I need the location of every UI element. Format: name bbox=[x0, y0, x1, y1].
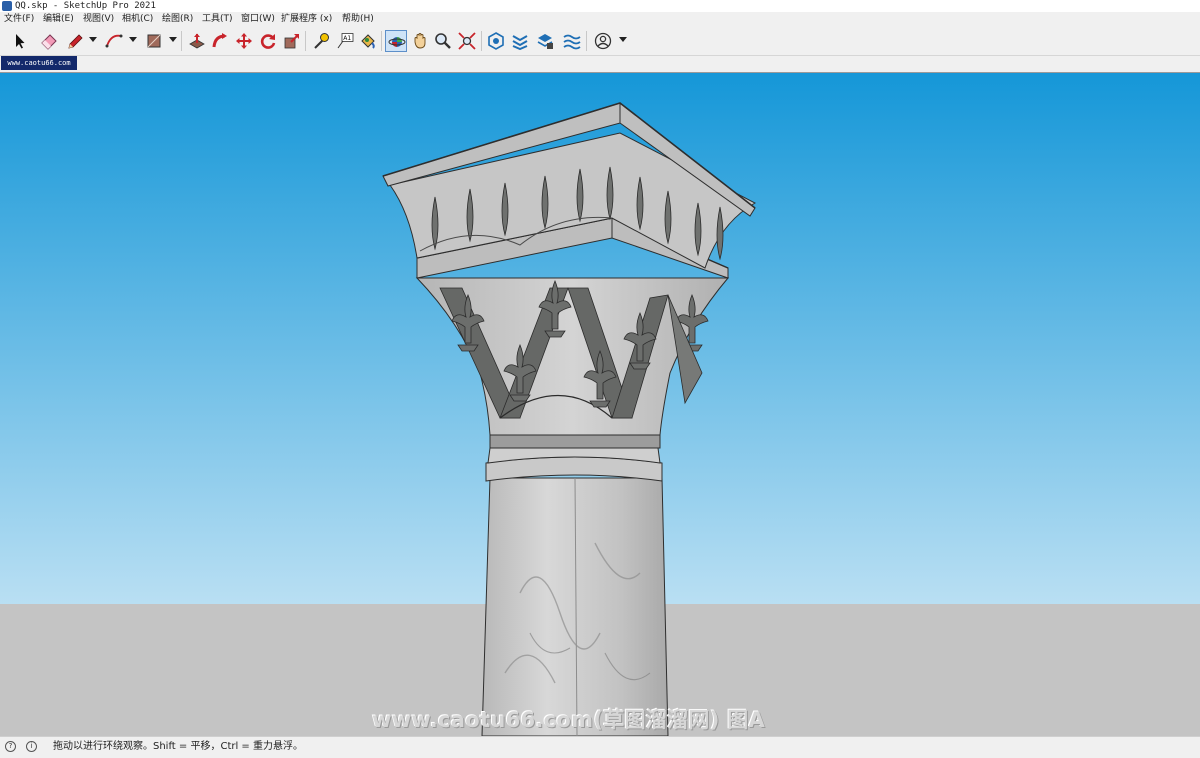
line-tool-button[interactable] bbox=[64, 30, 86, 52]
line-pencil-icon bbox=[68, 34, 83, 49]
select-arrow-icon bbox=[16, 34, 25, 49]
menu-view[interactable]: 视图(V) bbox=[83, 12, 114, 27]
eraser-tool-button[interactable] bbox=[38, 30, 60, 52]
toolbar-separator bbox=[586, 31, 587, 51]
follow-me-icon bbox=[212, 33, 227, 48]
info-icon[interactable]: i bbox=[26, 741, 37, 752]
zoom-icon bbox=[435, 33, 451, 49]
scale-tool-button[interactable] bbox=[281, 30, 303, 52]
layout-icon bbox=[537, 34, 553, 49]
arc-tool-button[interactable] bbox=[103, 30, 125, 52]
toolbar-separator bbox=[481, 31, 482, 51]
paint-bucket-icon bbox=[361, 34, 375, 49]
eraser-icon bbox=[41, 34, 57, 50]
toolbar-separator bbox=[181, 31, 182, 51]
account-icon bbox=[594, 32, 612, 50]
window-title: QQ.skp - SketchUp Pro 2021 bbox=[15, 1, 156, 11]
scale-icon bbox=[284, 34, 299, 49]
line-tool-dropdown[interactable] bbox=[89, 37, 97, 42]
warehouse-icon bbox=[488, 32, 504, 50]
sandbox-button[interactable] bbox=[561, 30, 583, 52]
menu-extensions[interactable]: 扩展程序 (x) bbox=[281, 12, 332, 27]
push-pull-icon bbox=[189, 33, 205, 49]
tape-measure-tool-button[interactable] bbox=[310, 30, 332, 52]
menu-help[interactable]: 帮助(H) bbox=[342, 12, 374, 27]
warehouse-button[interactable] bbox=[485, 30, 507, 52]
account-dropdown[interactable] bbox=[619, 37, 627, 42]
orbit-icon bbox=[388, 37, 406, 47]
layout-button[interactable] bbox=[534, 30, 556, 52]
menu-draw[interactable]: 绘图(R) bbox=[162, 12, 193, 27]
geo-location-icon[interactable]: ? bbox=[5, 741, 16, 752]
toolbar-separator bbox=[305, 31, 306, 51]
rotate-tool-button[interactable] bbox=[257, 30, 279, 52]
zoom-tool-button[interactable] bbox=[432, 30, 454, 52]
account-button[interactable] bbox=[592, 30, 614, 52]
column-model-render bbox=[0, 73, 1200, 736]
follow-me-tool-button[interactable] bbox=[209, 30, 231, 52]
sandbox-icon bbox=[563, 34, 581, 50]
rectangle-tool-dropdown[interactable] bbox=[169, 37, 177, 42]
menu-camera[interactable]: 相机(C) bbox=[122, 12, 153, 27]
push-pull-tool-button[interactable] bbox=[186, 30, 208, 52]
paint-bucket-tool-button[interactable] bbox=[357, 30, 379, 52]
extension-warehouse-icon bbox=[512, 35, 528, 50]
rotate-icon bbox=[260, 34, 276, 49]
watermark-text: www.caotu66.com(草图溜溜网) 图A bbox=[372, 708, 766, 732]
scene-tab[interactable]: www.caotu66.com bbox=[1, 56, 77, 70]
text-tool-button[interactable]: A1 bbox=[334, 30, 356, 52]
menu-bar: 文件(F) 编辑(E) 视图(V) 相机(C) 绘图(R) 工具(T) 窗口(W… bbox=[0, 12, 1200, 27]
pan-tool-button[interactable] bbox=[409, 30, 431, 52]
pan-hand-icon bbox=[414, 33, 426, 49]
move-icon bbox=[236, 33, 252, 49]
move-tool-button[interactable] bbox=[233, 30, 255, 52]
toolbar: A1 bbox=[0, 27, 1200, 56]
menu-edit[interactable]: 编辑(E) bbox=[43, 12, 74, 27]
status-bar: ? i 拖动以进行环绕观察。Shift = 平移，Ctrl = 重力悬浮。 bbox=[0, 736, 1200, 758]
orbit-tool-button[interactable] bbox=[385, 30, 407, 52]
menu-tools[interactable]: 工具(T) bbox=[202, 12, 233, 27]
tape-measure-icon bbox=[314, 33, 329, 49]
extension-warehouse-button[interactable] bbox=[509, 30, 531, 52]
zoom-extents-tool-button[interactable] bbox=[456, 30, 478, 52]
menu-file[interactable]: 文件(F) bbox=[4, 12, 34, 27]
toolbar-separator bbox=[381, 31, 382, 51]
title-bar: QQ.skp - SketchUp Pro 2021 bbox=[0, 0, 1200, 12]
arc-icon bbox=[105, 34, 123, 48]
rectangle-tool-button[interactable] bbox=[143, 30, 165, 52]
sketchup-app-icon bbox=[2, 1, 12, 11]
model-viewport[interactable] bbox=[0, 72, 1200, 736]
scene-tab-bar: www.caotu66.com bbox=[0, 56, 1200, 71]
arc-tool-dropdown[interactable] bbox=[129, 37, 137, 42]
svg-text:A1: A1 bbox=[343, 35, 351, 42]
select-tool-button[interactable] bbox=[8, 30, 30, 52]
menu-window[interactable]: 窗口(W) bbox=[241, 12, 275, 27]
rectangle-icon bbox=[147, 34, 161, 48]
text-label-icon: A1 bbox=[337, 33, 354, 49]
status-hint-text: 拖动以进行环绕观察。Shift = 平移，Ctrl = 重力悬浮。 bbox=[53, 741, 303, 752]
zoom-extents-icon bbox=[458, 32, 476, 50]
